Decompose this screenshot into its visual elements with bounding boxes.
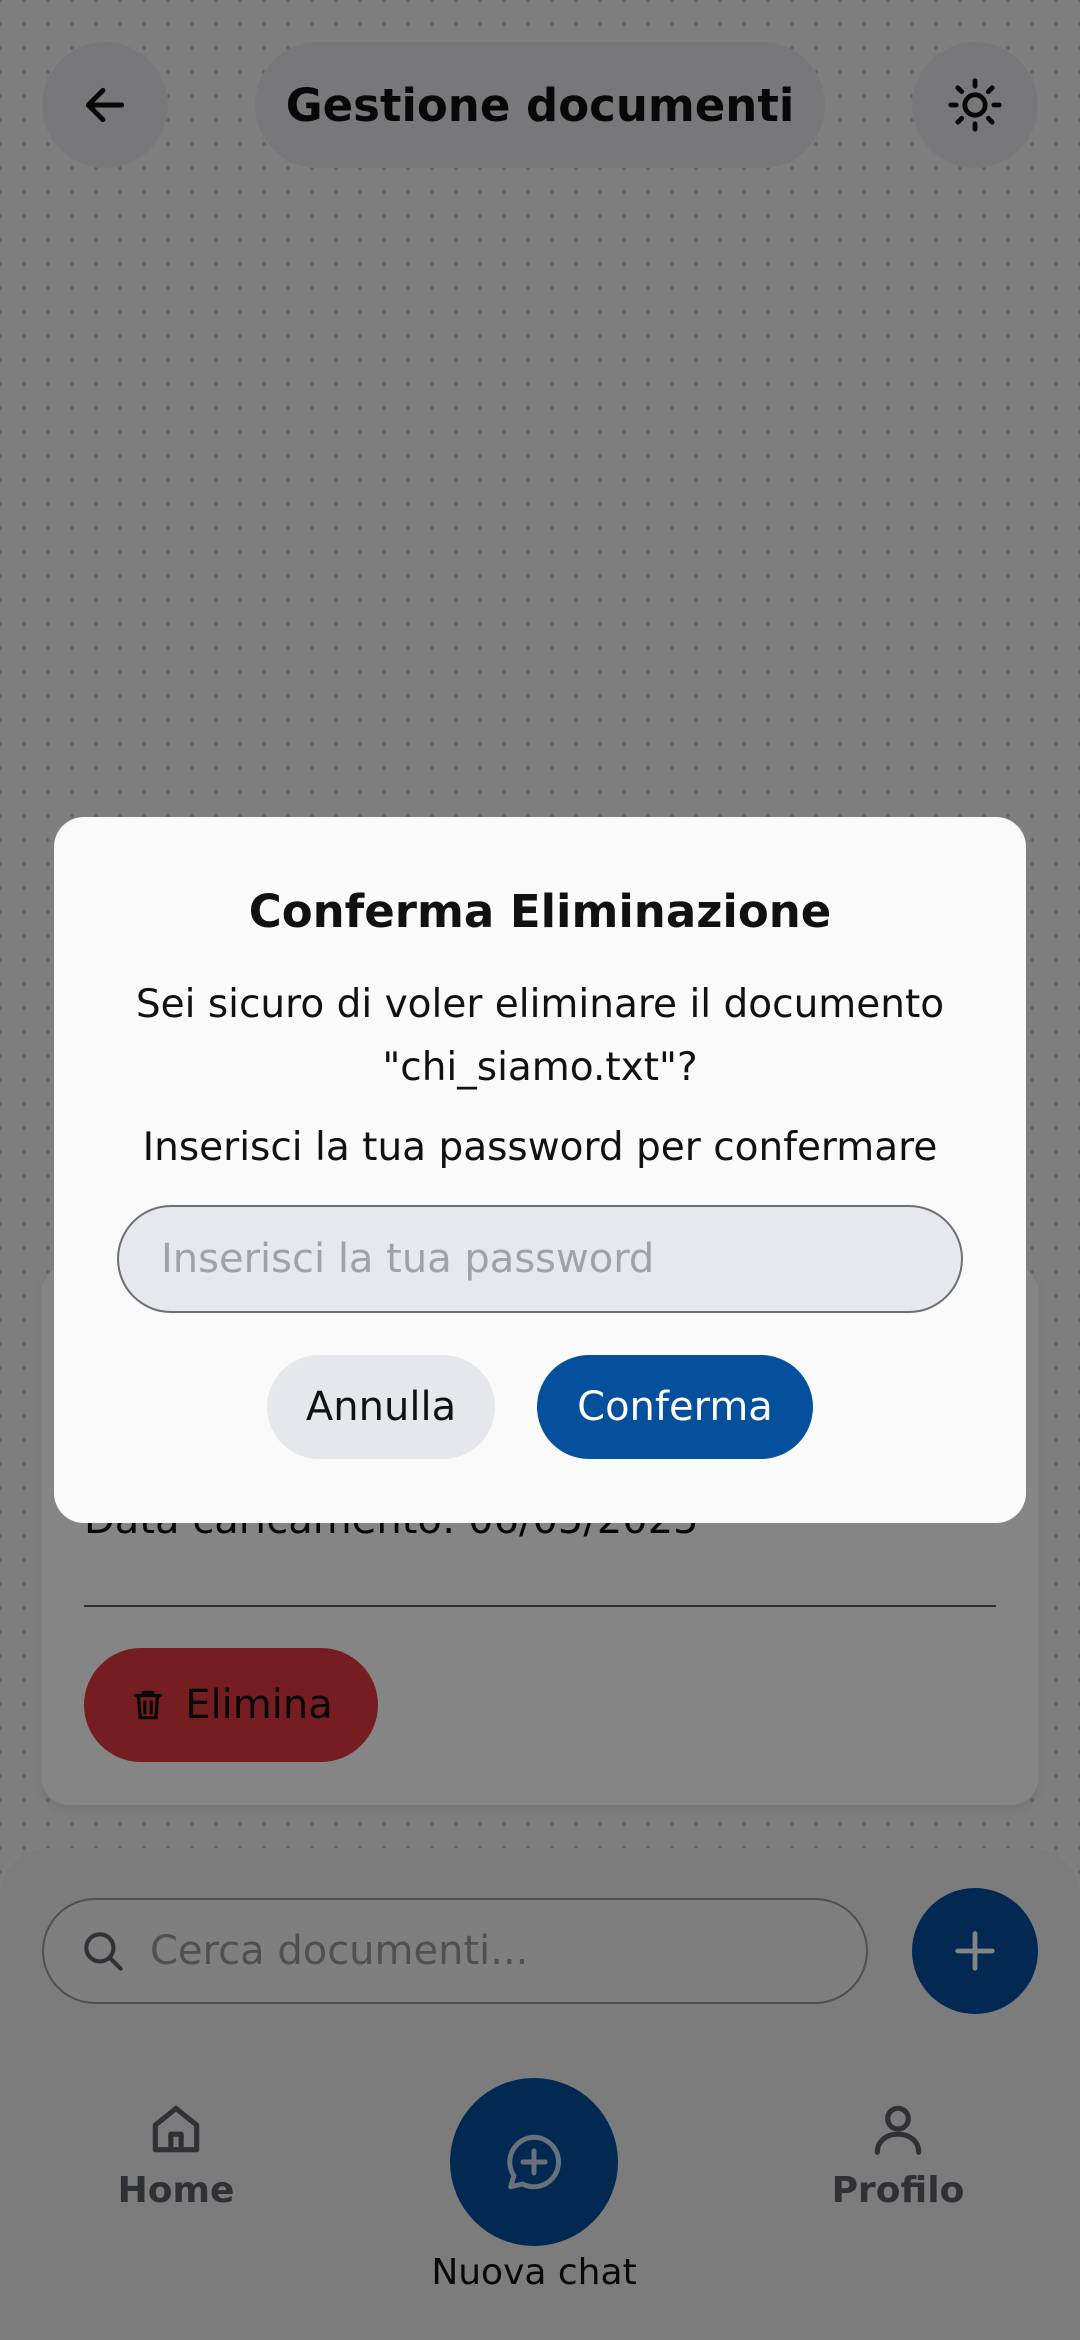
confirm-button[interactable]: Conferma xyxy=(537,1355,813,1459)
cancel-button[interactable]: Annulla xyxy=(267,1355,495,1459)
dialog-prompt: Inserisci la tua password per confermare xyxy=(142,1125,938,1170)
password-field[interactable] xyxy=(117,1205,963,1313)
dialog-message: Sei sicuro di voler eliminare il documen… xyxy=(135,982,945,1090)
confirm-delete-dialog: Conferma Eliminazione Sei sicuro di vole… xyxy=(54,817,1026,1523)
dialog-title: Conferma Eliminazione xyxy=(248,885,832,938)
